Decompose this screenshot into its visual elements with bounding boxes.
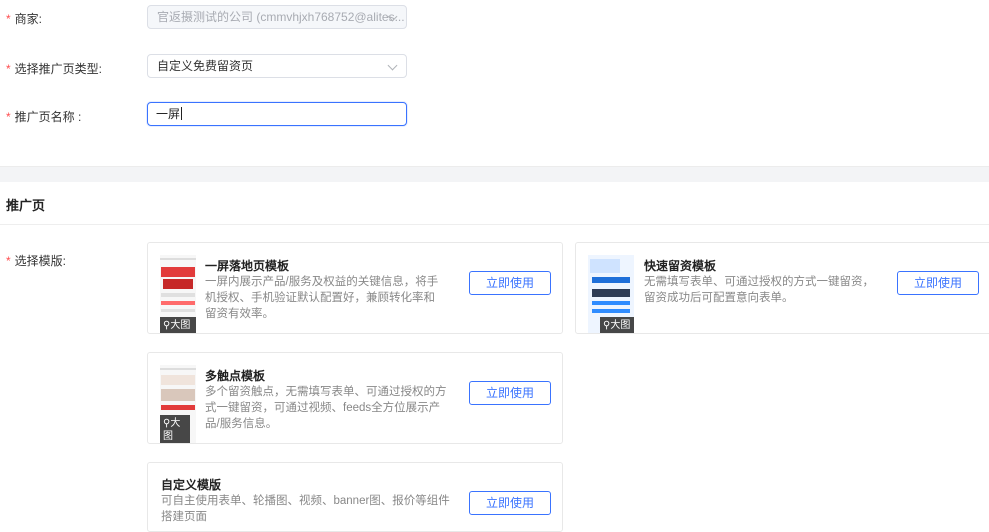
template-title: 快速留资模板 xyxy=(644,259,717,273)
template-label: * 选择模版: xyxy=(6,254,67,268)
promo-type-select[interactable]: 自定义免费留资页 xyxy=(147,54,407,78)
text-caret xyxy=(181,107,183,120)
chevron-down-icon xyxy=(387,60,398,71)
section-title: 推广页 xyxy=(6,198,46,213)
promo-type-label: * 选择推广页类型: xyxy=(6,62,103,76)
use-template-button[interactable]: 立即使用 xyxy=(469,381,551,405)
template-title: 自定义模版 xyxy=(161,478,222,492)
template-card-multi-touch: ⚲大图 多触点模板 多个留资触点，无需填写表单、可通过授权的方式一键留资，可通过… xyxy=(147,352,563,444)
template-title: 多触点模板 xyxy=(205,369,266,383)
merchant-label: * 商家: xyxy=(6,12,43,26)
template-desc: 无需填写表单、可通过授权的方式一键留资，留资成功后可配置意向表单。 xyxy=(644,276,874,304)
template-thumbnail: ⚲大图 xyxy=(160,365,196,443)
template-desc: 多个留资触点，无需填写表单、可通过授权的方式一键留资，可通过视频、feeds全方… xyxy=(205,386,447,430)
section-separator xyxy=(0,166,989,182)
template-desc: 一屏内展示产品/服务及权益的关键信息，将手机授权、手机验证默认配置好，兼顾转化率… xyxy=(205,276,439,320)
use-template-button[interactable]: 立即使用 xyxy=(897,271,979,295)
zoom-preview-button[interactable]: ⚲大图 xyxy=(160,317,196,333)
template-desc: 可自主使用表单、轮播图、视频、banner图、报价等组件搭建页面 xyxy=(161,495,450,523)
promo-name-input[interactable]: 一屏 xyxy=(147,102,407,126)
zoom-preview-button[interactable]: ⚲大图 xyxy=(160,415,190,443)
use-template-button[interactable]: 立即使用 xyxy=(469,491,551,515)
template-title: 一屏落地页模板 xyxy=(205,259,290,273)
use-template-button[interactable]: 立即使用 xyxy=(469,271,551,295)
section-divider xyxy=(0,224,989,225)
template-card-quick-lead: ⚲大图 快速留资模板 无需填写表单、可通过授权的方式一键留资，留资成功后可配置意… xyxy=(575,242,989,334)
template-thumbnail: ⚲大图 xyxy=(588,255,634,333)
template-thumbnail: ⚲大图 xyxy=(160,255,196,333)
template-card-one-screen: ⚲大图 一屏落地页模板 一屏内展示产品/服务及权益的关键信息，将手机授权、手机验… xyxy=(147,242,563,334)
zoom-preview-button[interactable]: ⚲大图 xyxy=(600,317,634,333)
template-card-custom: 自定义模版 可自主使用表单、轮播图、视频、banner图、报价等组件搭建页面 立… xyxy=(147,462,563,532)
promo-name-label: * 推广页名称 : xyxy=(6,110,82,124)
merchant-select: 官返摄测试的公司 (cmmvhjxh768752@alites... xyxy=(147,5,407,29)
